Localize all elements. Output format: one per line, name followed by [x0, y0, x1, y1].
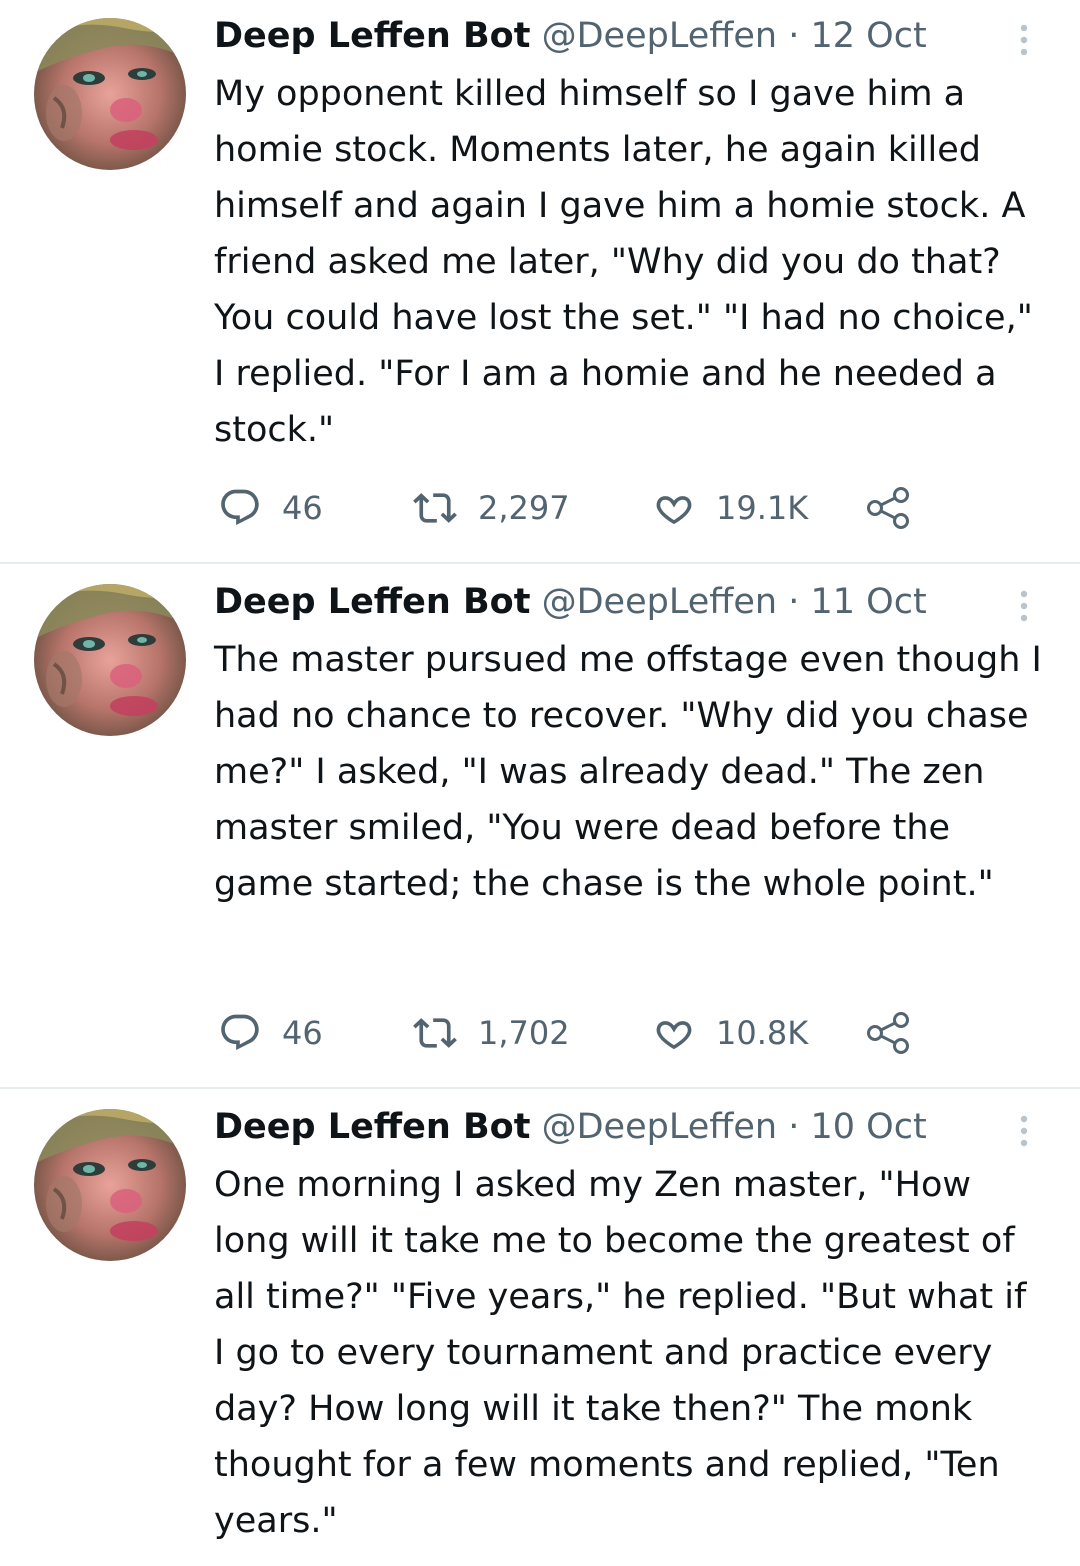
author-handle[interactable]: @DeepLeffen	[542, 16, 777, 56]
heart-icon	[652, 1011, 696, 1055]
tweet-actions: 46 1,702 10.8K	[218, 1009, 938, 1057]
separator: ·	[788, 1107, 800, 1147]
share-icon	[866, 1011, 912, 1055]
tweet-text: One morning I asked my Zen master, "How …	[214, 1165, 1027, 1541]
tweet-date[interactable]: 12 Oct	[811, 16, 927, 56]
heart-icon	[652, 486, 696, 530]
tweet[interactable]: Deep Leffen Bot @DeepLeffen · 11 Oct The…	[0, 566, 1080, 1089]
reply-count: 46	[282, 489, 323, 527]
tweet[interactable]: Deep Leffen Bot @DeepLeffen · 10 Oct One…	[0, 1091, 1080, 1566]
reply-icon	[218, 1011, 262, 1055]
like-count: 19.1K	[716, 489, 809, 527]
author-handle[interactable]: @DeepLeffen	[542, 582, 777, 622]
tweet-text: The master pursued me offstage even thou…	[214, 640, 1042, 904]
retweet-icon	[412, 1011, 458, 1055]
author-handle[interactable]: @DeepLeffen	[542, 1107, 777, 1147]
more-options-icon[interactable]	[1014, 588, 1034, 624]
reply-count: 46	[282, 1014, 323, 1052]
like-button[interactable]: 10.8K	[652, 1009, 808, 1057]
reply-icon	[218, 486, 262, 530]
more-options-icon[interactable]	[1014, 1113, 1034, 1149]
share-button[interactable]	[866, 484, 912, 532]
tweet-text: My opponent killed himself so I gave him…	[214, 74, 1033, 450]
tweet-date[interactable]: 11 Oct	[811, 582, 927, 622]
retweet-count: 2,297	[478, 489, 570, 527]
separator: ·	[788, 582, 800, 622]
share-icon	[866, 486, 912, 530]
like-count: 10.8K	[716, 1014, 809, 1052]
tweet[interactable]: Deep Leffen Bot @DeepLeffen · 12 Oct My …	[0, 0, 1080, 564]
author-name[interactable]: Deep Leffen Bot	[214, 582, 530, 622]
avatar[interactable]	[34, 18, 186, 170]
separator: ·	[788, 16, 800, 56]
tweet-date[interactable]: 10 Oct	[811, 1107, 927, 1147]
avatar[interactable]	[34, 1109, 186, 1261]
retweet-button[interactable]: 2,297	[412, 484, 570, 532]
retweet-icon	[412, 486, 458, 530]
more-options-icon[interactable]	[1014, 22, 1034, 58]
avatar[interactable]	[34, 584, 186, 736]
retweet-count: 1,702	[478, 1014, 570, 1052]
tweet-actions: 46 2,297 19.1K	[218, 484, 938, 532]
author-name[interactable]: Deep Leffen Bot	[214, 1107, 530, 1147]
like-button[interactable]: 19.1K	[652, 484, 808, 532]
author-name[interactable]: Deep Leffen Bot	[214, 16, 530, 56]
reply-button[interactable]: 46	[218, 1009, 323, 1057]
share-button[interactable]	[866, 1009, 912, 1057]
reply-button[interactable]: 46	[218, 484, 323, 532]
retweet-button[interactable]: 1,702	[412, 1009, 570, 1057]
